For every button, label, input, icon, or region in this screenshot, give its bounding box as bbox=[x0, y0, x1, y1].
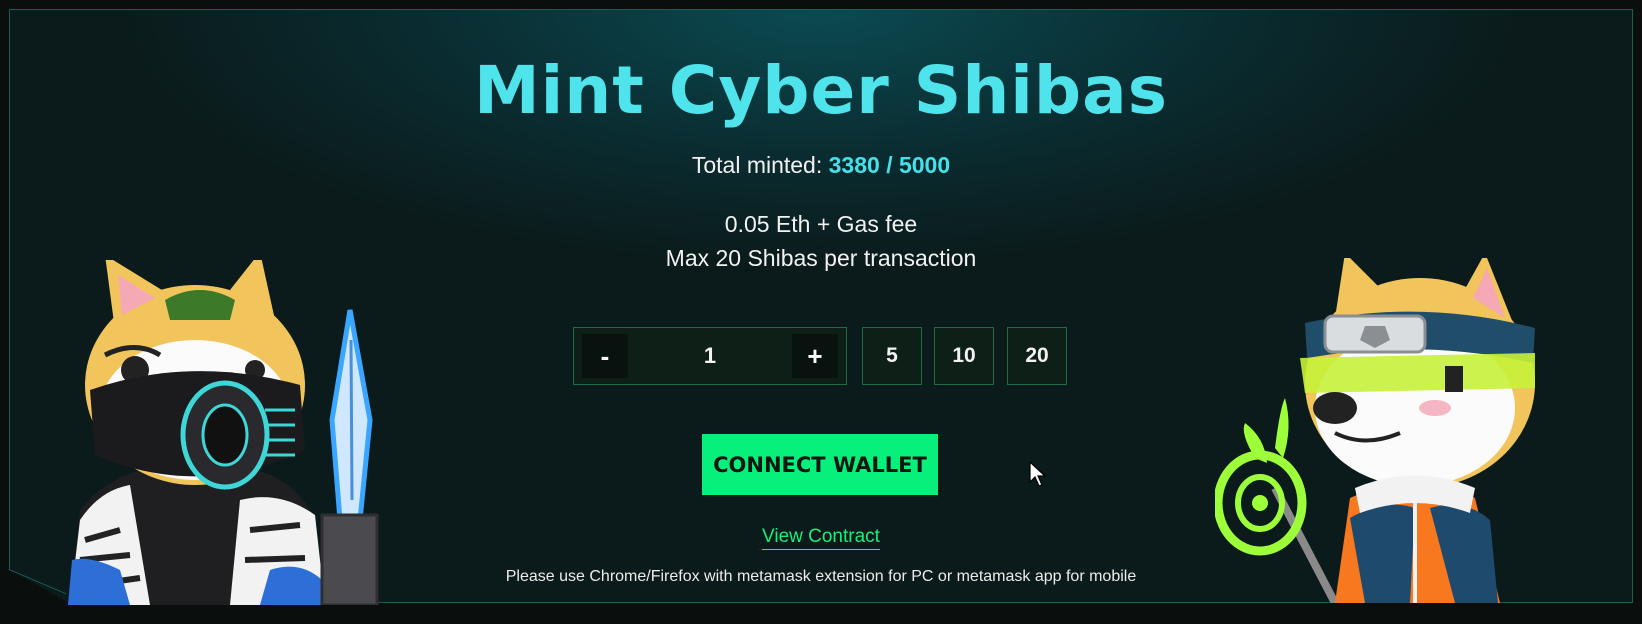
minted-label: Total minted: bbox=[691, 152, 823, 178]
preset-5-button[interactable]: 5 bbox=[862, 327, 922, 385]
decrement-button[interactable]: - bbox=[582, 334, 628, 378]
preset-10-button[interactable]: 10 bbox=[934, 327, 994, 385]
increment-button[interactable]: + bbox=[792, 334, 838, 378]
shiba-left-illustration bbox=[68, 260, 379, 605]
browser-note: Please use Chrome/Firefox with metamask … bbox=[505, 568, 1137, 585]
view-contract-link-wrap: View Contract bbox=[0, 526, 1642, 550]
page-title: Mint Cyber Shibas bbox=[473, 52, 1168, 129]
mouse-pointer-icon bbox=[1029, 461, 1047, 487]
view-contract-link[interactable]: View Contract bbox=[762, 526, 880, 550]
max-per-transaction-text: Max 20 Shibas per transaction bbox=[665, 245, 977, 271]
connect-wallet-button[interactable]: CONNECT WALLET bbox=[702, 434, 938, 495]
price-text: 0.05 Eth + Gas fee bbox=[724, 211, 918, 237]
shiba-right-illustration bbox=[1215, 258, 1535, 603]
preset-20-button[interactable]: 20 bbox=[1007, 327, 1067, 385]
total-minted: Total minted: 3380 / 5000 bbox=[0, 152, 1642, 179]
minted-count: 3380 / 5000 bbox=[828, 152, 951, 178]
quantity-stepper: - 1 + bbox=[573, 327, 847, 385]
quantity-input[interactable]: 1 bbox=[634, 328, 786, 384]
